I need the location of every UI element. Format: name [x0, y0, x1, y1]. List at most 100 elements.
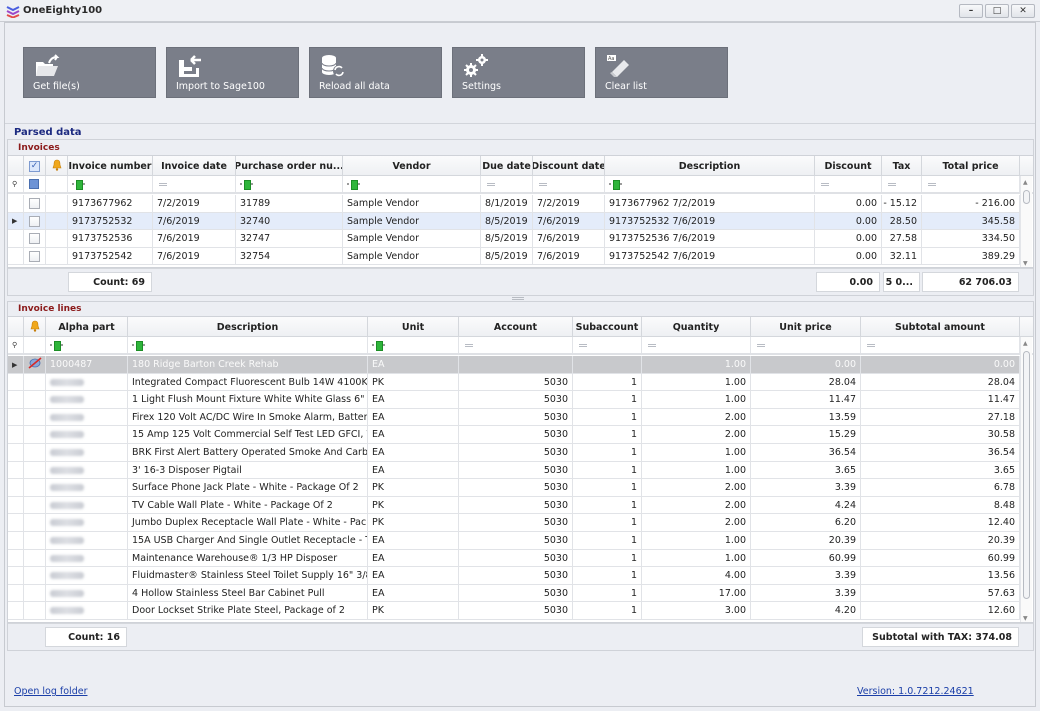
filter-subaccount[interactable] — [573, 337, 642, 353]
cell-unit-price[interactable]: 4.24 — [751, 496, 861, 514]
column-header-tax[interactable]: Tax — [882, 156, 922, 176]
clear-list-button[interactable]: Aa Clear list — [595, 47, 728, 98]
invoice-line-row[interactable]: Jumbo Duplex Receptacle Wall Plate - Whi… — [8, 514, 1020, 532]
cell-unit-price[interactable]: 3.39 — [751, 479, 861, 497]
cell-quantity[interactable]: 2.00 — [642, 408, 751, 426]
open-log-folder-link[interactable]: Open log folder — [14, 686, 87, 697]
column-header-subtotal[interactable]: Subtotal amount — [861, 317, 1020, 337]
cell-description[interactable]: Jumbo Duplex Receptacle Wall Plate - Whi… — [128, 514, 368, 532]
cell-discount-date[interactable]: 7/6/2019 — [533, 247, 605, 265]
cell-unit-price[interactable]: 11.47 — [751, 391, 861, 409]
cell-alpha-part[interactable] — [46, 479, 128, 497]
cell-account[interactable]: 5030 — [459, 532, 573, 549]
cell-description[interactable]: Firex 120 Volt AC/DC Wire In Smoke Alarm… — [128, 408, 368, 426]
cell-unit[interactable]: EA — [368, 549, 459, 567]
cell-invoice-number[interactable]: 9173752542 — [68, 247, 153, 265]
cell-invoice-number[interactable]: 9173752532 — [68, 212, 153, 230]
cell-alpha-part[interactable] — [46, 602, 128, 620]
cell-account[interactable]: 5030 — [459, 584, 573, 602]
cell-description[interactable]: 4 Hollow Stainless Steel Bar Cabinet Pul… — [128, 584, 368, 602]
cell-subaccount[interactable]: 1 — [573, 479, 642, 497]
indicator-header[interactable] — [8, 156, 24, 176]
filter-invoice-number[interactable] — [68, 176, 153, 192]
cell-unit-price[interactable]: 6.20 — [751, 514, 861, 532]
cell-invoice-number[interactable]: 9173752536 — [68, 230, 153, 248]
invoice-line-row[interactable]: TV Cable Wall Plate - White - Package Of… — [8, 496, 1020, 515]
excluded-icon[interactable] — [28, 357, 42, 372]
cell-account[interactable]: 5030 — [459, 391, 573, 409]
cell-subaccount[interactable]: 1 — [573, 567, 642, 585]
cell-unit[interactable]: PK — [368, 479, 459, 497]
filter-cell[interactable] — [24, 176, 46, 192]
cell-invoice-date[interactable]: 7/6/2019 — [153, 247, 236, 265]
cell-total-price[interactable]: - 216.00 — [922, 195, 1020, 212]
cell[interactable] — [24, 195, 46, 212]
cell-subtotal[interactable]: 12.40 — [861, 514, 1020, 532]
alert-header[interactable] — [46, 156, 68, 176]
cell-subaccount[interactable]: 1 — [573, 532, 642, 549]
filter-cell[interactable]: ⚲ — [8, 176, 24, 192]
filter-cell[interactable] — [46, 176, 68, 192]
cell-quantity[interactable]: 1.00 — [642, 461, 751, 479]
invoice-row[interactable]: ▶ 9173752532 7/6/2019 32740 Sample Vendor 8/5… — [8, 212, 1020, 231]
invoice-line-row[interactable]: 4 Hollow Stainless Steel Bar Cabinet Pul… — [8, 584, 1020, 603]
column-header-invoice-date[interactable]: Invoice date — [153, 156, 236, 176]
cell-subtotal[interactable]: 36.54 — [861, 444, 1020, 461]
invoice-line-row[interactable]: Firex 120 Volt AC/DC Wire In Smoke Alarm… — [8, 408, 1020, 427]
invoices-scroll-thumb[interactable] — [1023, 190, 1030, 204]
cell-invoice-date[interactable]: 7/6/2019 — [153, 230, 236, 248]
row-checkbox[interactable] — [29, 250, 40, 262]
maximize-button[interactable]: □ — [985, 4, 1009, 18]
column-header-discount-date[interactable]: Discount date — [533, 156, 605, 176]
cell-subaccount[interactable]: 1 — [573, 373, 642, 391]
cell-description[interactable]: 15 Amp 125 Volt Commercial Self Test LED… — [128, 426, 368, 444]
cell-po-number[interactable]: 32754 — [236, 247, 343, 265]
cell-due-date[interactable]: 8/1/2019 — [481, 195, 533, 212]
cell-alpha-part[interactable] — [46, 444, 128, 461]
cell-account[interactable]: 5030 — [459, 514, 573, 532]
scroll-up-icon[interactable]: ▲ — [1023, 179, 1028, 186]
cell-quantity[interactable]: 1.00 — [642, 549, 751, 567]
alert-header[interactable] — [24, 317, 46, 337]
filter-cell[interactable] — [24, 337, 46, 353]
scroll-down-icon[interactable]: ▼ — [1023, 260, 1028, 267]
cell-subaccount[interactable]: 1 — [573, 461, 642, 479]
cell-vendor[interactable]: Sample Vendor — [343, 195, 481, 212]
invoice-row[interactable]: 9173752536 7/6/2019 32747 Sample Vendor 8/5/… — [8, 230, 1020, 248]
cell-alpha-part[interactable] — [46, 514, 128, 532]
cell-description[interactable]: 9173752532 7/6/2019 — [605, 212, 815, 230]
row-checkbox[interactable] — [29, 233, 40, 245]
cell-subaccount[interactable] — [573, 356, 642, 373]
cell-subaccount[interactable]: 1 — [573, 602, 642, 620]
cell-alpha-part[interactable]: 1000487 — [46, 356, 128, 373]
cell-discount[interactable]: 0.00 — [815, 212, 882, 230]
cell-alpha-part[interactable] — [46, 549, 128, 567]
invoice-line-row[interactable]: ▶ 1000487 180 Ridge Barton Creek Rehab EA 1.… — [8, 356, 1020, 374]
cell-subtotal[interactable]: 13.56 — [861, 567, 1020, 585]
cell-alpha-part[interactable] — [46, 391, 128, 409]
column-header-subaccount[interactable]: Subaccount — [573, 317, 642, 337]
filter-description[interactable] — [128, 337, 368, 353]
cell-subtotal[interactable]: 3.65 — [861, 461, 1020, 479]
cell-unit[interactable]: EA — [368, 532, 459, 549]
column-header-invoice-number[interactable]: Invoice number — [68, 156, 153, 176]
cell-subtotal[interactable]: 6.78 — [861, 479, 1020, 497]
cell-account[interactable]: 5030 — [459, 549, 573, 567]
invoice-line-row[interactable]: Maintenance Warehouse® 1/3 HP Disposer EA… — [8, 549, 1020, 568]
cell-quantity[interactable]: 2.00 — [642, 479, 751, 497]
cell-account[interactable]: 5030 — [459, 373, 573, 391]
cell-unit[interactable]: PK — [368, 373, 459, 391]
cell-unit-price[interactable]: 15.29 — [751, 426, 861, 444]
invoice-line-row[interactable]: 15A USB Charger And Single Outlet Recept… — [8, 532, 1020, 550]
cell-subtotal[interactable]: 12.60 — [861, 602, 1020, 620]
cell-due-date[interactable]: 8/5/2019 — [481, 230, 533, 248]
cell-description[interactable]: 9173677962 7/2/2019 — [605, 195, 815, 212]
cell-unit-price[interactable]: 36.54 — [751, 444, 861, 461]
cell-unit-price[interactable]: 4.20 — [751, 602, 861, 620]
cell[interactable] — [24, 230, 46, 248]
cell-quantity[interactable]: 1.00 — [642, 532, 751, 549]
cell-discount-date[interactable]: 7/2/2019 — [533, 195, 605, 212]
filter-description[interactable] — [605, 176, 815, 192]
cell[interactable] — [24, 247, 46, 265]
cell-subtotal[interactable]: 60.99 — [861, 549, 1020, 567]
